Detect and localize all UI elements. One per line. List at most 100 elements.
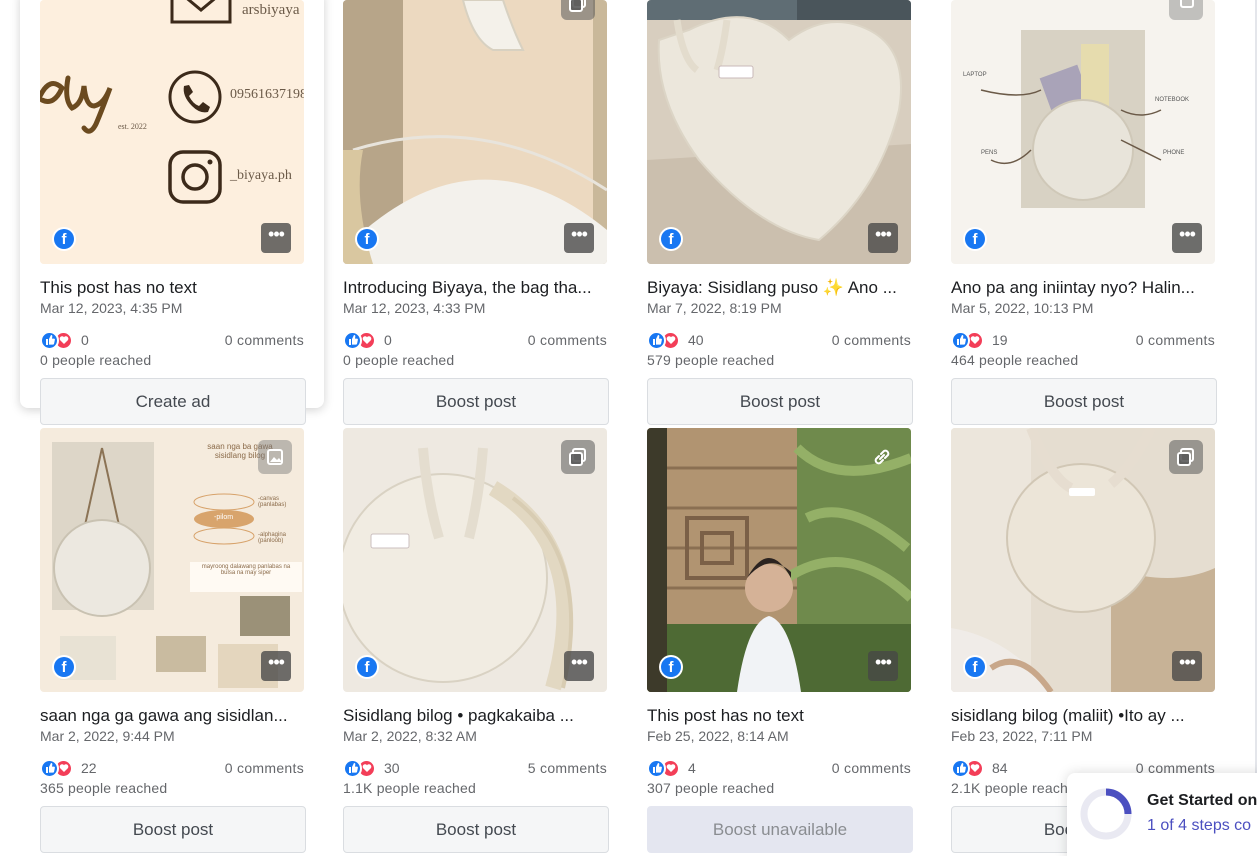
boost-post-button[interactable]: Boost post (647, 378, 913, 425)
post-card[interactable]: f ••• Sisidlang bilog • pagkakaiba ... M… (323, 428, 627, 853)
thumb-est-text: est. 2022 (118, 122, 147, 131)
facebook-icon: f (355, 227, 379, 251)
reaction-count: 30 (384, 760, 400, 776)
post-title[interactable]: sisidlang bilog (maliit) •Ito ay ... (951, 706, 1219, 726)
post-card[interactable]: f ••• Introducing Biyaya, the bag tha...… (323, 0, 627, 425)
people-reached: 1.1K people reached (343, 780, 477, 796)
comments-count[interactable]: 5 comments (528, 760, 607, 776)
comments-count[interactable]: 0 comments (1136, 332, 1215, 348)
reactions[interactable]: 0 (343, 330, 392, 350)
comments-count[interactable]: 0 comments (225, 332, 304, 348)
post-thumbnail[interactable]: f ••• (647, 428, 911, 692)
multiple-images-icon (1169, 440, 1203, 474)
comments-count[interactable]: 0 comments (225, 760, 304, 776)
post-stats: 40 0 comments (647, 330, 911, 350)
post-date: Mar 7, 2022, 8:19 PM (647, 300, 782, 316)
like-icon (343, 330, 362, 350)
thumb-laptop-label: LAPTOP (963, 72, 987, 78)
post-thumbnail[interactable]: LAPTOP NOTEBOOK PENS PHONE f ••• (951, 0, 1215, 264)
reactions[interactable]: 40 (647, 330, 704, 350)
comments-count[interactable]: 0 comments (528, 332, 607, 348)
people-reached: 307 people reached (647, 780, 775, 796)
more-options-icon[interactable]: ••• (564, 651, 594, 681)
boost-post-button[interactable]: Boost post (40, 806, 306, 853)
people-reached: 0 people reached (343, 352, 455, 368)
like-icon (647, 758, 666, 778)
boost-unavailable-button: Boost unavailable (647, 806, 913, 853)
posts-grid-page: arsbiyaya 09561637198 _biyaya.ph est. 20… (0, 0, 1257, 856)
facebook-icon: f (963, 227, 987, 251)
reactions[interactable]: 30 (343, 758, 400, 778)
link-icon (865, 440, 899, 474)
reactions[interactable]: 84 (951, 758, 1008, 778)
reaction-count: 4 (688, 760, 696, 776)
post-title[interactable]: Biyaya: Sisidlang puso ✨ Ano ... (647, 278, 915, 298)
get-started-title[interactable]: Get Started on (1147, 792, 1257, 810)
post-thumbnail[interactable]: f ••• (647, 0, 911, 264)
create-ad-button[interactable]: Create ad (40, 378, 306, 425)
facebook-icon: f (659, 227, 683, 251)
post-title[interactable]: Sisidlang bilog • pagkakaiba ... (343, 706, 611, 726)
post-stats: 22 0 comments (40, 758, 304, 778)
post-thumbnail[interactable]: f ••• (343, 428, 607, 692)
post-stats: 4 0 comments (647, 758, 911, 778)
thumb-pilom-text: -pilom (214, 514, 234, 521)
comments-count[interactable]: 0 comments (832, 760, 911, 776)
post-card[interactable]: saan nga ba gawa sisidlang bilog -canvas… (20, 428, 324, 853)
facebook-icon: f (355, 655, 379, 679)
post-thumbnail[interactable]: saan nga ba gawa sisidlang bilog -canvas… (40, 428, 304, 692)
reaction-count: 22 (81, 760, 97, 776)
post-stats: 0 0 comments (40, 330, 304, 350)
post-card[interactable]: arsbiyaya 09561637198 _biyaya.ph est. 20… (20, 0, 324, 425)
reactions[interactable]: 19 (951, 330, 1008, 350)
get-started-steps[interactable]: 1 of 4 steps co (1147, 817, 1251, 835)
post-thumbnail[interactable]: f ••• (343, 0, 607, 264)
thumb-phone-text: 09561637198 (230, 87, 304, 102)
post-date: Mar 12, 2023, 4:33 PM (343, 300, 486, 316)
like-icon (343, 758, 362, 778)
like-icon (647, 330, 666, 350)
more-options-icon[interactable]: ••• (868, 651, 898, 681)
facebook-icon: f (659, 655, 683, 679)
reactions[interactable]: 4 (647, 758, 696, 778)
like-icon (951, 330, 970, 350)
post-card[interactable]: LAPTOP NOTEBOOK PENS PHONE f ••• Ano pa … (931, 0, 1235, 425)
post-thumbnail[interactable]: arsbiyaya 09561637198 _biyaya.ph est. 20… (40, 0, 304, 264)
post-thumbnail[interactable]: f ••• (951, 428, 1215, 692)
post-card[interactable]: f ••• Biyaya: Sisidlang puso ✨ Ano ... M… (627, 0, 931, 425)
post-stats: 0 0 comments (343, 330, 607, 350)
thumb-instagram-text: _biyaya.ph (230, 168, 292, 183)
more-options-icon[interactable]: ••• (868, 223, 898, 253)
thumb-notebook-label: NOTEBOOK (1155, 97, 1190, 103)
thumb-pens-label: PENS (981, 150, 998, 156)
post-date: Mar 12, 2023, 4:35 PM (40, 300, 183, 316)
more-options-icon[interactable]: ••• (564, 223, 594, 253)
progress-ring-icon (1080, 788, 1132, 840)
people-reached: 365 people reached (40, 780, 168, 796)
post-title[interactable]: This post has no text (647, 706, 915, 726)
reaction-count: 0 (81, 332, 89, 348)
reactions[interactable]: 0 (40, 330, 89, 350)
boost-post-button[interactable]: Boost post (343, 378, 609, 425)
comments-count[interactable]: 0 comments (832, 332, 911, 348)
more-options-icon[interactable]: ••• (1172, 223, 1202, 253)
post-date: Feb 23, 2022, 7:11 PM (951, 728, 1093, 744)
facebook-icon: f (52, 655, 76, 679)
boost-post-button[interactable]: Boost post (951, 378, 1217, 425)
reactions[interactable]: 22 (40, 758, 97, 778)
post-title[interactable]: Introducing Biyaya, the bag tha... (343, 278, 611, 298)
post-stats: 30 5 comments (343, 758, 607, 778)
more-options-icon[interactable]: ••• (1172, 651, 1202, 681)
facebook-icon: f (52, 227, 76, 251)
post-title[interactable]: Ano pa ang iniintay nyo? Halin... (951, 278, 1219, 298)
people-reached: 464 people reached (951, 352, 1079, 368)
get-started-widget[interactable]: Get Started on 1 of 4 steps co (1067, 773, 1257, 856)
boost-post-button[interactable]: Boost post (343, 806, 609, 853)
post-title[interactable]: This post has no text (40, 278, 308, 298)
more-options-icon[interactable]: ••• (261, 223, 291, 253)
post-title[interactable]: saan nga ga gawa ang sisidlan... (40, 706, 308, 726)
post-card[interactable]: f ••• This post has no text Feb 25, 2022… (627, 428, 931, 853)
post-date: Mar 2, 2022, 8:32 AM (343, 728, 477, 744)
reaction-count: 40 (688, 332, 704, 348)
more-options-icon[interactable]: ••• (261, 651, 291, 681)
